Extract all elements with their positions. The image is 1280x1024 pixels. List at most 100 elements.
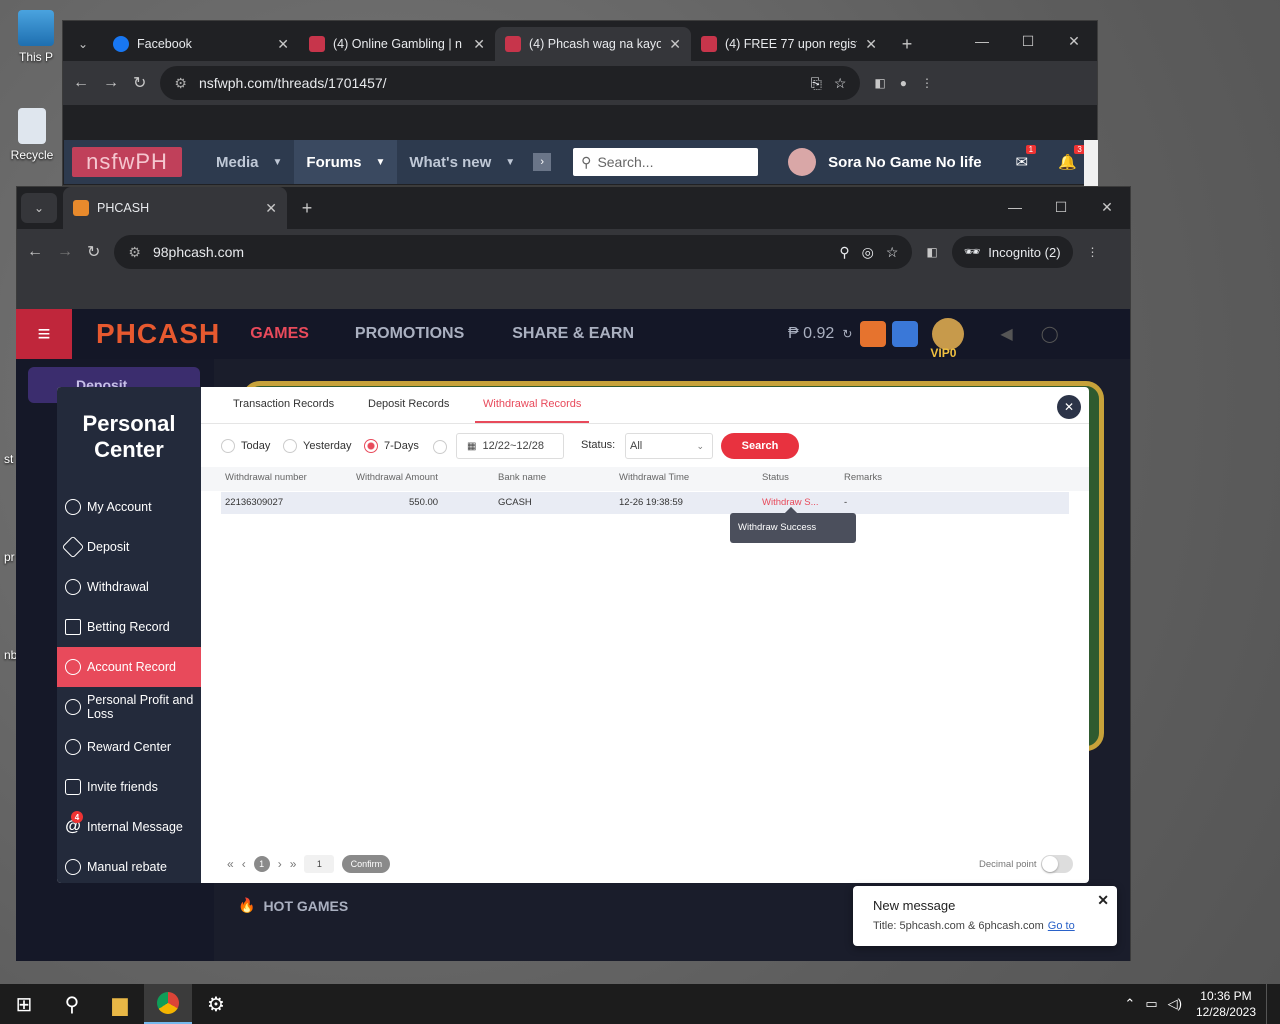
maximize-icon[interactable]: ☐ bbox=[1038, 187, 1084, 227]
nav-share-earn[interactable]: SHARE & EARN bbox=[512, 325, 634, 343]
menu-icon[interactable]: ⋮ bbox=[921, 76, 933, 90]
minimize-icon[interactable]: — bbox=[992, 187, 1038, 227]
radio-today[interactable] bbox=[221, 439, 235, 453]
address-bar[interactable]: ⚙ nsfwph.com/threads/1701457/ ⎘ ☆ bbox=[160, 66, 861, 100]
menu-betting-record[interactable]: Betting Record bbox=[57, 607, 201, 647]
tab-free-77[interactable]: (4) FREE 77 upon regist ✕ bbox=[691, 27, 887, 61]
reload-icon[interactable]: ↻ bbox=[87, 242, 100, 262]
menu-icon[interactable]: ⋮ bbox=[1087, 245, 1099, 259]
filter-yesterday[interactable]: Yesterday bbox=[283, 437, 352, 455]
site-info-icon[interactable]: ⚙ bbox=[128, 244, 141, 261]
nav-media[interactable]: Media ▼ bbox=[216, 154, 282, 171]
radio-7-days[interactable] bbox=[364, 439, 378, 453]
tab-search-icon[interactable]: ⌄ bbox=[21, 193, 57, 223]
forward-icon[interactable]: → bbox=[57, 243, 73, 261]
tab-phcash[interactable]: PHCASH ✕ bbox=[63, 187, 287, 229]
table-row[interactable]: 22136309027 550.00 GCASH 12-26 19:38:59 … bbox=[221, 492, 1069, 514]
menu-invite-friends[interactable]: Invite friends bbox=[57, 767, 201, 807]
file-explorer-icon[interactable]: ▆ bbox=[96, 984, 144, 1024]
menu-profit-loss[interactable]: Personal Profit and Loss bbox=[57, 687, 201, 727]
star-icon[interactable]: ☆ bbox=[834, 75, 847, 92]
hamburger-icon[interactable]: ≡ bbox=[16, 309, 72, 359]
site-logo[interactable]: PHCASH bbox=[96, 318, 220, 350]
back-icon[interactable]: ← bbox=[27, 243, 43, 261]
search-icon[interactable]: ⚲ bbox=[48, 984, 96, 1024]
desktop-icon-recycle-bin[interactable]: Recycle bbox=[2, 108, 62, 162]
network-icon[interactable]: ▭ bbox=[1145, 996, 1157, 1012]
forum-search-input[interactable]: ⚲ Search... bbox=[573, 148, 759, 176]
gift-icon[interactable] bbox=[892, 321, 919, 347]
new-tab-button[interactable]: + bbox=[887, 27, 927, 61]
incognito-button[interactable]: 🕶 Incognito (2) bbox=[951, 236, 1073, 268]
menu-internal-message[interactable]: @4 Internal Message bbox=[57, 807, 201, 847]
tab-search-icon[interactable]: ⌄ bbox=[63, 27, 103, 61]
last-page-icon[interactable]: » bbox=[290, 857, 297, 871]
tab-phcash-thread[interactable]: (4) Phcash wag na kayo ✕ bbox=[495, 27, 691, 61]
profile-icon[interactable]: ● bbox=[900, 76, 907, 90]
close-icon[interactable]: ✕ bbox=[669, 36, 681, 53]
side-panel-icon[interactable]: ◧ bbox=[874, 76, 885, 90]
first-page-icon[interactable]: « bbox=[227, 857, 234, 871]
menu-deposit[interactable]: Deposit bbox=[57, 527, 201, 567]
maximize-icon[interactable]: ☐ bbox=[1005, 21, 1051, 61]
tab-deposit-records[interactable]: Deposit Records bbox=[368, 387, 449, 423]
zoom-icon[interactable]: ⚲ bbox=[839, 244, 849, 261]
close-window-icon[interactable]: ✕ bbox=[1084, 187, 1130, 227]
show-desktop-button[interactable] bbox=[1266, 984, 1272, 1024]
site-info-icon[interactable]: ⚙ bbox=[174, 75, 187, 92]
windows-start-icon[interactable]: ⊞ bbox=[0, 984, 48, 1024]
close-modal-icon[interactable]: ✕ bbox=[1057, 395, 1081, 419]
nav-games[interactable]: GAMES bbox=[250, 325, 309, 343]
confirm-button[interactable]: Confirm bbox=[342, 855, 391, 873]
next-page-icon[interactable]: › bbox=[278, 857, 282, 871]
mail-icon[interactable]: ✉ 1 bbox=[1016, 145, 1037, 171]
forum-logo[interactable]: nsfwPH bbox=[72, 147, 182, 177]
page-goto-input[interactable]: 1 bbox=[304, 855, 335, 873]
nav-forums[interactable]: Forums ▼ bbox=[294, 140, 398, 184]
close-icon[interactable]: ✕ bbox=[473, 36, 485, 53]
chevron-right-icon[interactable]: › bbox=[533, 153, 552, 171]
refresh-icon[interactable]: ↻ bbox=[842, 327, 852, 341]
avatar[interactable] bbox=[788, 148, 817, 176]
eye-off-icon[interactable]: ◎ bbox=[862, 244, 874, 261]
menu-reward-center[interactable]: Reward Center bbox=[57, 727, 201, 767]
nav-whats-new[interactable]: What's new ▼ bbox=[409, 154, 515, 171]
close-icon[interactable]: ✕ bbox=[265, 200, 277, 217]
wallet-icon[interactable] bbox=[860, 321, 887, 347]
menu-account-record[interactable]: Account Record bbox=[57, 647, 201, 687]
date-range-input[interactable]: ▦ 12/22~12/28 bbox=[456, 433, 564, 459]
filter-7-days[interactable]: 7-Days bbox=[364, 437, 419, 455]
new-tab-button[interactable]: + bbox=[287, 198, 327, 219]
desktop-icon-this-pc[interactable]: This P bbox=[6, 10, 66, 64]
close-icon[interactable]: ✕ bbox=[865, 36, 877, 53]
decimal-point-toggle[interactable] bbox=[1041, 855, 1073, 873]
menu-manual-rebate[interactable]: Manual rebate bbox=[57, 847, 201, 883]
install-icon[interactable]: ⎘ bbox=[811, 75, 822, 92]
tab-transaction-records[interactable]: Transaction Records bbox=[233, 387, 334, 423]
back-icon[interactable]: ← bbox=[73, 74, 89, 92]
minimize-icon[interactable]: — bbox=[959, 21, 1005, 61]
headset-icon[interactable]: ◯ bbox=[1041, 324, 1059, 344]
close-icon[interactable]: ✕ bbox=[277, 36, 289, 53]
close-toast-icon[interactable]: ✕ bbox=[1097, 892, 1109, 909]
chrome-icon[interactable] bbox=[144, 984, 192, 1024]
prev-page-icon[interactable]: ‹ bbox=[242, 857, 246, 871]
page-current[interactable]: 1 bbox=[253, 856, 270, 872]
close-window-icon[interactable]: ✕ bbox=[1051, 21, 1097, 61]
nav-promotions[interactable]: PROMOTIONS bbox=[355, 325, 464, 343]
side-panel-icon[interactable]: ◧ bbox=[926, 245, 937, 259]
search-button[interactable]: Search bbox=[721, 433, 799, 459]
forward-icon[interactable]: → bbox=[103, 74, 119, 92]
avatar[interactable]: VIP0 bbox=[930, 318, 965, 360]
radio-yesterday[interactable] bbox=[283, 439, 297, 453]
tab-facebook[interactable]: Facebook ✕ bbox=[103, 27, 299, 61]
reload-icon[interactable]: ↻ bbox=[133, 73, 146, 93]
volume-icon[interactable]: ◁) bbox=[1168, 996, 1182, 1012]
filter-today[interactable]: Today bbox=[221, 437, 270, 455]
bell-icon[interactable]: 🔔 3 bbox=[1058, 145, 1085, 171]
status-select[interactable]: All ⌄ bbox=[625, 433, 713, 459]
menu-withdrawal[interactable]: Withdrawal bbox=[57, 567, 201, 607]
username[interactable]: Sora No Game No life bbox=[828, 154, 981, 171]
radio-custom[interactable] bbox=[433, 439, 447, 454]
tab-online-gambling[interactable]: (4) Online Gambling | n ✕ bbox=[299, 27, 495, 61]
